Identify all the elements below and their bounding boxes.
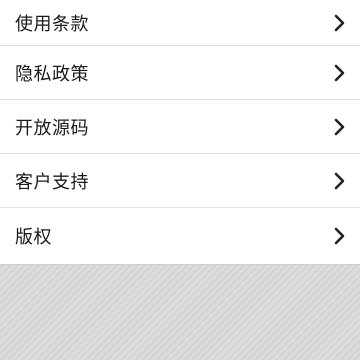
menu-item-terms-of-use[interactable]: 使用条款 <box>0 0 360 46</box>
screen: 使用条款 隐私政策 开放源码 客户支持 版权 <box>0 0 360 360</box>
menu-item-label: 客户支持 <box>15 171 89 193</box>
chevron-right-icon <box>334 172 345 189</box>
menu-item-label: 版权 <box>15 227 52 248</box>
chevron-right-icon <box>334 118 345 135</box>
chevron-right-icon <box>334 227 345 245</box>
menu-item-open-source[interactable]: 开放源码 <box>0 100 360 154</box>
settings-menu-list: 使用条款 隐私政策 开放源码 客户支持 版权 <box>0 0 360 265</box>
menu-item-label: 隐私政策 <box>15 63 89 85</box>
menu-item-customer-support[interactable]: 客户支持 <box>0 154 360 208</box>
menu-item-label: 开放源码 <box>15 117 89 139</box>
menu-item-privacy-policy[interactable]: 隐私政策 <box>0 46 360 100</box>
chevron-right-icon <box>334 64 345 81</box>
menu-item-label: 使用条款 <box>15 13 89 35</box>
chevron-right-icon <box>334 14 345 31</box>
menu-item-copyright[interactable]: 版权 <box>0 208 360 265</box>
